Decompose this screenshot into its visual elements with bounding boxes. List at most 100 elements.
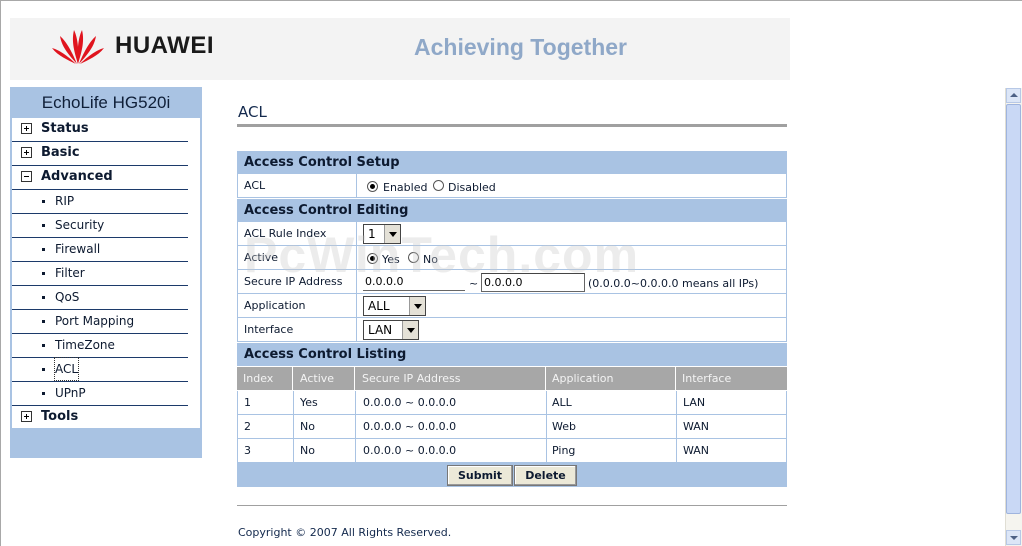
sidebar: EchoLife HG520i Status Basic Advanced RI… — [10, 87, 202, 458]
sidebar-item-label: Port Mapping — [55, 314, 135, 328]
section-title: Access Control Listing — [244, 347, 407, 362]
acl-toggle-row: ACL Enabled Disabled — [237, 174, 787, 198]
sidebar-item-label: Filter — [55, 266, 85, 280]
sidebar-item-rip[interactable]: RIP — [12, 190, 188, 214]
submit-button[interactable]: Submit — [447, 465, 513, 486]
section-access-control-listing: Access Control Listing — [237, 343, 787, 366]
sidebar-item-upnp[interactable]: UPnP — [12, 382, 188, 406]
section-title: Access Control Setup — [244, 155, 400, 170]
sidebar-item-label: Security — [55, 218, 105, 232]
table-row[interactable]: 1 Yes 0.0.0.0 ~ 0.0.0.0 ALL LAN — [237, 391, 787, 415]
column-divider — [546, 391, 547, 415]
column-header-application: Application — [552, 372, 614, 385]
cell-interface: LAN — [683, 396, 706, 409]
table-row[interactable]: 3 No 0.0.0.0 ~ 0.0.0.0 Ping WAN — [237, 439, 787, 463]
cell-index: 3 — [244, 444, 251, 457]
column-header-secure-ip: Secure IP Address — [362, 372, 461, 385]
cell-application: Ping — [552, 444, 576, 457]
sidebar-item-label: Firewall — [55, 242, 101, 256]
sidebar-menu-panel: Status Basic Advanced RIP Security Firew… — [12, 118, 200, 428]
title-divider — [237, 124, 787, 127]
sidebar-item-status[interactable]: Status — [12, 118, 188, 142]
acl-disabled-radio[interactable] — [433, 180, 444, 191]
sidebar-item-label: TimeZone — [55, 338, 115, 352]
column-divider — [675, 367, 676, 391]
ip-start-field[interactable]: 0.0.0.0 — [363, 273, 465, 291]
active-yes-radio[interactable] — [367, 253, 378, 264]
secure-ip-label: Secure IP Address — [244, 275, 343, 288]
column-divider — [676, 439, 677, 463]
sidebar-item-label: UPnP — [55, 386, 86, 400]
dropdown-arrow-icon — [409, 297, 425, 315]
column-divider — [354, 367, 355, 391]
sidebar-item-tools[interactable]: Tools — [12, 406, 188, 429]
button-bar: Submit Delete — [237, 463, 787, 487]
sidebar-item-firewall[interactable]: Firewall — [12, 238, 188, 262]
listing-table-header: Index Active Secure IP Address Applicati… — [237, 367, 787, 391]
cell-interface: WAN — [683, 420, 710, 433]
cell-secure-ip: 0.0.0.0 ~ 0.0.0.0 — [363, 444, 457, 457]
column-header-interface: Interface — [682, 372, 732, 385]
interface-label: Interface — [244, 323, 294, 336]
rule-index-select[interactable]: 1 — [363, 224, 401, 244]
brand-slogan: Achieving Together — [414, 34, 627, 60]
scroll-up-icon[interactable] — [1006, 88, 1021, 103]
column-divider — [546, 439, 547, 463]
cell-index: 2 — [244, 420, 251, 433]
active-no-radio[interactable] — [408, 252, 419, 263]
cell-active: Yes — [300, 396, 318, 409]
delete-button[interactable]: Delete — [514, 465, 577, 486]
sidebar-item-label: Tools — [41, 409, 79, 424]
application-select[interactable]: ALL — [363, 296, 426, 316]
collapse-minus-icon — [21, 171, 32, 182]
bullet-icon — [42, 200, 45, 203]
acl-disabled-label: Disabled — [448, 181, 496, 194]
interface-select[interactable]: LAN — [363, 320, 419, 340]
sidebar-item-label: QoS — [55, 290, 80, 304]
cell-interface: WAN — [683, 444, 710, 457]
column-divider — [546, 415, 547, 439]
column-divider — [355, 415, 356, 439]
column-header-index: Index — [243, 372, 274, 385]
scrollbar-thumb[interactable] — [1006, 104, 1021, 514]
active-label: Active — [244, 251, 279, 264]
column-divider — [356, 318, 357, 342]
sidebar-item-label: RIP — [55, 194, 75, 208]
ip-end-field[interactable]: 0.0.0.0 — [481, 273, 585, 292]
sidebar-item-label: Status — [41, 121, 89, 136]
active-no-label: No — [423, 253, 438, 266]
dropdown-arrow-icon — [384, 225, 400, 243]
sidebar-item-port-mapping[interactable]: Port Mapping — [12, 310, 188, 334]
sidebar-item-acl[interactable]: ACL — [12, 357, 188, 382]
column-divider — [356, 270, 357, 294]
column-divider — [356, 222, 357, 246]
sidebar-item-filter[interactable]: Filter — [12, 262, 188, 286]
sidebar-item-security[interactable]: Security — [12, 214, 188, 238]
sidebar-item-basic[interactable]: Basic — [12, 142, 188, 166]
dropdown-arrow-icon — [402, 321, 418, 339]
acl-enabled-radio[interactable] — [367, 181, 378, 192]
column-divider — [676, 415, 677, 439]
bullet-icon — [42, 320, 45, 323]
active-row: Active Yes No — [237, 246, 787, 270]
secure-ip-row: Secure IP Address 0.0.0.0 ~ 0.0.0.0 (0.0… — [237, 270, 787, 294]
rule-index-value: 1 — [368, 227, 376, 241]
sidebar-item-advanced[interactable]: Advanced — [12, 166, 188, 190]
sidebar-item-label: ACL — [53, 357, 80, 381]
acl-enabled-label: Enabled — [383, 181, 428, 194]
application-row: Application ALL — [237, 294, 787, 318]
device-model-title: EchoLife HG520i — [41, 93, 171, 112]
application-value: ALL — [368, 299, 390, 313]
brand-name: HUAWEI — [115, 32, 214, 59]
section-access-control-editing: Access Control Editing — [237, 199, 787, 222]
column-divider — [293, 391, 294, 415]
copyright-text: Copyright © 2007 All Rights Reserved. — [238, 526, 452, 539]
scroll-down-icon[interactable] — [1006, 530, 1021, 545]
table-row[interactable]: 2 No 0.0.0.0 ~ 0.0.0.0 Web WAN — [237, 415, 787, 439]
column-divider — [355, 391, 356, 415]
vertical-scrollbar[interactable] — [1005, 88, 1022, 546]
sidebar-item-qos[interactable]: QoS — [12, 286, 188, 310]
application-label: Application — [244, 299, 306, 312]
column-divider — [545, 367, 546, 391]
sidebar-item-timezone[interactable]: TimeZone — [12, 334, 188, 358]
